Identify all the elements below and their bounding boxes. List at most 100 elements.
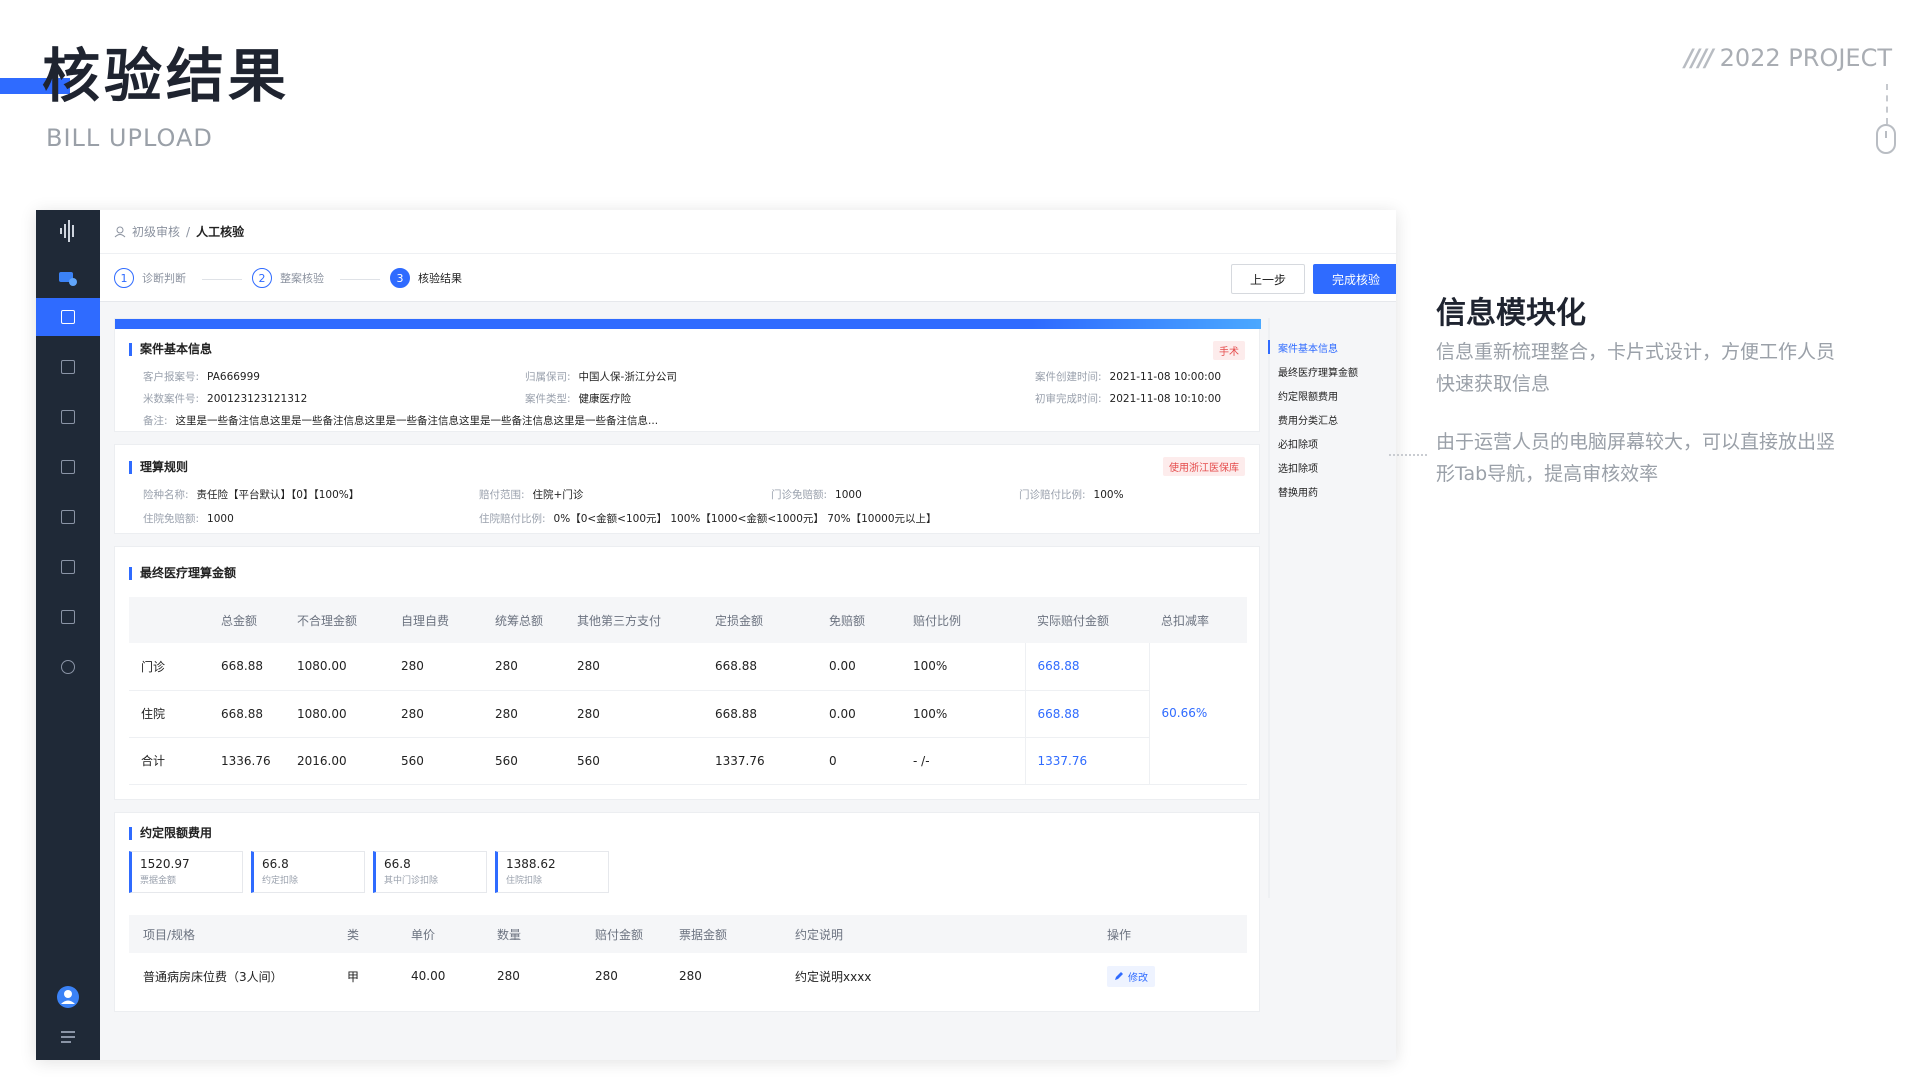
- app-window: 初级审核 / 人工核验 1 诊断判断 2 整案核验 3 核验结果 上一步 完成核…: [36, 210, 1396, 1060]
- field-product: 险种名称: 责任险【平台默认】【0】【100%】: [143, 489, 360, 501]
- breadcrumb-current: 人工核验: [196, 225, 245, 239]
- table-cell: 668.88: [715, 706, 757, 721]
- menu-icon[interactable]: [36, 1018, 100, 1056]
- finish-verify-button[interactable]: 完成核验: [1313, 264, 1396, 294]
- field-inpatient-ratio: 住院赔付比例: 0%【0<金额<100元】 100%【1000<金额<1000元】…: [479, 513, 937, 525]
- deduction-rate: 60.66%: [1148, 643, 1247, 784]
- medical-db-tag: 使用浙江医保库: [1163, 457, 1245, 476]
- rules-title: 理算规则: [129, 461, 188, 474]
- column-header: 不合理金额: [297, 613, 358, 628]
- scroll-hint-line: [1886, 84, 1888, 124]
- column-header: 赔付金额: [595, 927, 644, 942]
- feature-title: 信息模块化: [1436, 296, 1586, 331]
- tile-agreed-deduction: 66.8 约定扣除: [251, 851, 365, 893]
- sidebar-item-report[interactable]: [36, 498, 100, 536]
- tab-nav-item[interactable]: 选扣除项: [1278, 460, 1318, 475]
- table-cell: 560: [577, 753, 600, 768]
- table-cell: 100%: [913, 659, 948, 674]
- sidebar-item-briefcase[interactable]: [36, 548, 100, 586]
- table-cell: 普通病房床位费（3人间）: [143, 969, 283, 984]
- slashes-icon: ////: [1684, 44, 1714, 72]
- prev-step-button[interactable]: 上一步: [1231, 264, 1305, 294]
- step-case-check[interactable]: 2 整案核验: [252, 268, 324, 288]
- table-cell: 280: [495, 659, 518, 674]
- pencil-icon: [1115, 972, 1123, 980]
- archive-icon: [61, 360, 75, 374]
- tab-nav-item[interactable]: 费用分类汇总: [1278, 412, 1338, 427]
- project-text: 2022 PROJECT: [1719, 44, 1892, 72]
- table-cell: 560: [401, 753, 424, 768]
- sidebar-item-archive[interactable]: [36, 348, 100, 386]
- tab-nav-item[interactable]: 案件基本信息: [1278, 340, 1338, 355]
- column-header: 操作: [1107, 927, 1132, 942]
- column-header: 类: [347, 927, 360, 942]
- table-cell: 100%: [913, 706, 948, 721]
- agreed-table: 项目/规格 类 单价 数量 赔付金额 票据金额 约定说明 操作 普通病房床位费（3人间） 甲 40.…: [129, 915, 1247, 999]
- tab-nav-item[interactable]: 替换用药: [1278, 484, 1318, 499]
- column-header: 赔付比例: [913, 613, 962, 628]
- tile-bill-amount: 1520.97 票据金额: [129, 851, 243, 893]
- table-cell: 2016.00: [297, 753, 347, 768]
- sidebar: [36, 210, 100, 1060]
- column-header: 实际赔付金额: [1037, 613, 1110, 628]
- field-review-time: 初审完成时间: 2021-11-08 10:10:00: [1035, 393, 1222, 405]
- column-header: 免赔额: [829, 613, 866, 628]
- column-header: 总扣减率: [1161, 613, 1210, 628]
- sidebar-item-settings[interactable]: [36, 598, 100, 636]
- sidebar-item-messages[interactable]: [36, 260, 100, 298]
- table-row: 住院 668.88 1080.00 280 280 280 668.88 0.00 100% 66…: [129, 690, 1247, 737]
- step-connector: [202, 279, 242, 280]
- field-created-time: 案件创建时间: 2021-11-08 10:00:00: [1035, 371, 1222, 383]
- step-result[interactable]: 3 核验结果: [390, 268, 462, 288]
- case-info-title: 案件基本信息: [129, 343, 212, 356]
- table-cell: 668.88: [1024, 690, 1149, 737]
- breadcrumb: 初级审核 / 人工核验: [100, 210, 1396, 254]
- rules-card: 理算规则 使用浙江医保库 险种名称: 责任险【平台默认】【0】【100%】 赔付范…: [114, 444, 1260, 534]
- table-cell: 280: [679, 969, 702, 983]
- table-header-row: 项目/规格 类 单价 数量 赔付金额 票据金额 约定说明 操作: [129, 915, 1247, 953]
- feature-desc-2: 由于运营人员的电脑屏幕较大，可以直接放出竖形Tab导航，提高审核效率: [1436, 431, 1836, 485]
- breadcrumb-parent[interactable]: 初级审核: [132, 223, 180, 240]
- column-header: 数量: [497, 927, 522, 942]
- edit-button[interactable]: 修改: [1107, 965, 1155, 987]
- table-cell: 668.88: [1024, 643, 1149, 690]
- field-outpatient-deductible: 门诊免赔额: 1000: [771, 489, 862, 501]
- column-header: 票据金额: [679, 927, 728, 942]
- table-row: 普通病房床位费（3人间） 甲 40.00 280 280 280 约定说明xxxx 修改: [129, 953, 1247, 999]
- field-inpatient-deductible: 住院免赔额: 1000: [143, 513, 234, 525]
- surgery-tag: 手术: [1213, 341, 1245, 360]
- breadcrumb-separator: /: [186, 224, 191, 239]
- column-header: 项目/规格: [143, 927, 196, 942]
- table-cell: 560: [495, 753, 518, 768]
- operation-cell: 修改: [1093, 953, 1247, 999]
- column-header: 总金额: [221, 613, 258, 628]
- report-icon: [61, 510, 75, 524]
- tab-nav-item[interactable]: 约定限额费用: [1278, 388, 1338, 403]
- sidebar-avatar[interactable]: [36, 978, 100, 1016]
- table-cell: 约定说明xxxx: [795, 969, 872, 984]
- logo-icon: [36, 212, 100, 250]
- case-info-card: 案件基本信息 手术 客户报案号: PA666999 归属保司: 中国人保-浙江分公司…: [114, 318, 1261, 432]
- table-cell: 1080.00: [297, 659, 347, 674]
- column-header: 单价: [411, 927, 436, 942]
- field-report-no: 客户报案号: PA666999: [143, 371, 260, 383]
- settings-list-icon: [61, 610, 75, 624]
- step-diagnosis[interactable]: 1 诊断判断: [114, 268, 186, 288]
- main-area: 初级审核 / 人工核验 1 诊断判断 2 整案核验 3 核验结果 上一步 完成核…: [100, 210, 1396, 1060]
- tab-nav-item[interactable]: 必扣除项: [1278, 436, 1318, 451]
- sidebar-item-stamp[interactable]: [36, 448, 100, 486]
- sidebar-item-checklist[interactable]: [36, 398, 100, 436]
- table-cell: 1337.76: [715, 753, 765, 768]
- table-cell: 40.00: [411, 969, 446, 983]
- sidebar-item-verify[interactable]: [36, 298, 100, 336]
- table-cell: 门诊: [141, 659, 166, 674]
- page-title: 核验结果: [42, 42, 291, 110]
- table-cell: 0.00: [829, 706, 856, 721]
- sidebar-item-users[interactable]: [36, 648, 100, 686]
- mouse-icon: [1876, 124, 1896, 154]
- agreed-limit-card: 约定限额费用 1520.97 票据金额 66.8 约定扣除 66.8 其中门诊扣除 1…: [114, 812, 1260, 1012]
- field-case-type: 案件类型: 健康医疗险: [525, 393, 632, 405]
- user-icon: [61, 660, 75, 674]
- agreed-limit-title: 约定限额费用: [129, 827, 212, 840]
- tab-nav-item[interactable]: 最终医疗理算金额: [1278, 364, 1358, 379]
